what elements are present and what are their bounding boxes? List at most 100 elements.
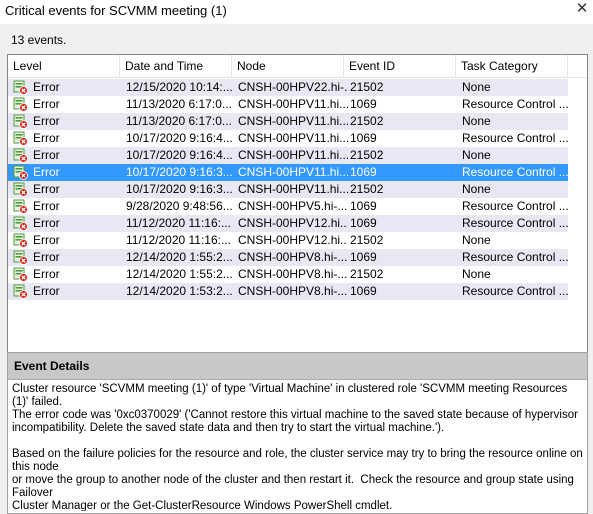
row-date-time: 11/12/2020 11:16:...	[126, 216, 231, 230]
row-event-id: 1069	[350, 284, 377, 298]
row-task-category: None	[462, 80, 491, 94]
event-details-header: Event Details	[8, 353, 587, 380]
events-list[interactable]: Level Date and Time Node Event ID Task C…	[7, 54, 588, 370]
table-row[interactable]: Error 10/17/2020 9:16:3... CNSH-00HPV11.hi…	[8, 164, 568, 181]
row-task-category: Resource Control ...	[462, 216, 568, 230]
row-date-time: 10/17/2020 9:16:3...	[126, 165, 233, 179]
server-error-icon	[13, 199, 28, 214]
table-row[interactable]: Error 12/14/2020 1:55:2... CNSH-00HPV8.hi-…	[8, 249, 568, 266]
row-event-id: 1069	[350, 216, 377, 230]
row-task-category: Resource Control ...	[462, 97, 568, 111]
row-node: CNSH-00HPV22.hi-...	[238, 80, 348, 94]
server-error-icon	[13, 267, 28, 282]
row-node: CNSH-00HPV12.hi...	[238, 233, 348, 247]
row-event-id: 1069	[350, 165, 377, 179]
table-row[interactable]: Error 10/17/2020 9:16:4... CNSH-00HPV11.hi…	[8, 130, 568, 147]
row-node: CNSH-00HPV5.hi-...	[238, 199, 348, 213]
title-bar: Critical events for SCVMM meeting (1) ✕	[0, 0, 593, 24]
row-node: CNSH-00HPV8.hi-...	[238, 267, 348, 281]
row-date-time: 9/28/2020 9:48:56...	[126, 199, 233, 213]
server-error-icon	[13, 216, 28, 231]
row-level: Error	[33, 165, 60, 179]
row-event-id: 1069	[350, 250, 377, 264]
row-task-category: None	[462, 233, 491, 247]
row-level: Error	[33, 199, 60, 213]
row-node: CNSH-00HPV11.hi...	[238, 165, 348, 179]
row-level: Error	[33, 131, 60, 145]
table-row[interactable]: Error 11/13/2020 6:17:0... CNSH-00HPV11.hi…	[8, 113, 568, 130]
event-count: 13 events.	[11, 33, 67, 47]
row-event-id: 21502	[350, 114, 384, 128]
row-node: CNSH-00HPV8.hi-...	[238, 250, 348, 264]
row-node: CNSH-00HPV11.hi...	[238, 148, 348, 162]
server-error-icon	[13, 97, 28, 112]
row-level: Error	[33, 97, 60, 111]
row-task-category: Resource Control ...	[462, 131, 568, 145]
table-row[interactable]: Error 11/12/2020 11:16:... CNSH-00HPV12.hi…	[8, 232, 568, 249]
row-node: CNSH-00HPV11.hi...	[238, 131, 348, 145]
server-error-icon	[13, 80, 28, 95]
table-row[interactable]: Error 11/13/2020 6:17:0... CNSH-00HPV11.hi…	[8, 96, 568, 113]
column-header-event-id[interactable]: Event ID	[344, 55, 456, 77]
server-error-icon	[13, 114, 28, 129]
table-row[interactable]: Error 10/17/2020 9:16:3... CNSH-00HPV11.hi…	[8, 181, 568, 198]
column-header-task-category[interactable]: Task Category	[456, 55, 568, 77]
row-task-category: None	[462, 148, 491, 162]
row-task-category: Resource Control ...	[462, 165, 568, 179]
row-date-time: 10/17/2020 9:16:4...	[126, 148, 233, 162]
row-level: Error	[33, 284, 60, 298]
row-date-time: 12/14/2020 1:55:2...	[126, 267, 233, 281]
row-date-time: 12/14/2020 1:55:2...	[126, 250, 233, 264]
close-icon[interactable]: ✕	[571, 0, 593, 20]
row-event-id: 1069	[350, 199, 377, 213]
row-event-id: 1069	[350, 131, 377, 145]
row-date-time: 11/13/2020 6:17:0...	[126, 97, 232, 111]
row-event-id: 21502	[350, 182, 384, 196]
row-level: Error	[33, 148, 60, 162]
event-details-title: Event Details	[14, 359, 90, 373]
table-row[interactable]: Error 12/14/2020 1:53:2... CNSH-00HPV8.hi-…	[8, 283, 568, 300]
row-node: CNSH-00HPV8.hi-...	[238, 284, 348, 298]
row-level: Error	[33, 216, 60, 230]
row-level: Error	[33, 267, 60, 281]
server-error-icon	[13, 131, 28, 146]
row-date-time: 12/15/2020 10:14:...	[126, 80, 233, 94]
table-row[interactable]: Error 9/28/2020 9:48:56... CNSH-00HPV5.hi-…	[8, 198, 568, 215]
row-node: CNSH-00HPV12.hi...	[238, 216, 348, 230]
table-row[interactable]: Error 10/17/2020 9:16:4... CNSH-00HPV11.hi…	[8, 147, 568, 164]
event-details-panel: Event Details Cluster resource 'SCVMM me…	[7, 352, 588, 514]
table-row[interactable]: Error 12/15/2020 10:14:... CNSH-00HPV22.hi…	[8, 79, 568, 96]
row-date-time: 11/13/2020 6:17:0...	[126, 114, 232, 128]
row-task-category: None	[462, 114, 491, 128]
row-event-id: 21502	[350, 267, 384, 281]
column-header-date-time[interactable]: Date and Time	[120, 55, 232, 77]
row-level: Error	[33, 233, 60, 247]
server-error-icon	[13, 148, 28, 163]
row-date-time: 10/17/2020 9:16:3...	[126, 182, 233, 196]
row-event-id: 21502	[350, 80, 384, 94]
event-details-text[interactable]: Cluster resource 'SCVMM meeting (1)' of …	[12, 383, 585, 511]
row-event-id: 1069	[350, 97, 377, 111]
table-row[interactable]: Error 12/14/2020 1:55:2... CNSH-00HPV8.hi-…	[8, 266, 568, 283]
list-header: Level Date and Time Node Event ID Task C…	[8, 55, 587, 78]
row-task-category: Resource Control ...	[462, 199, 568, 213]
row-task-category: Resource Control ...	[462, 284, 568, 298]
server-error-icon	[13, 284, 28, 299]
dialog-content: 13 events. Level Date and Time Node Even…	[0, 24, 593, 514]
row-level: Error	[33, 182, 60, 196]
row-event-id: 21502	[350, 233, 384, 247]
window-title: Critical events for SCVMM meeting (1)	[5, 3, 227, 18]
row-task-category: None	[462, 267, 491, 281]
row-date-time: 11/12/2020 11:16:...	[126, 233, 231, 247]
row-date-time: 12/14/2020 1:53:2...	[126, 284, 233, 298]
row-node: CNSH-00HPV11.hi...	[238, 97, 348, 111]
table-row[interactable]: Error 11/12/2020 11:16:... CNSH-00HPV12.hi…	[8, 215, 568, 232]
row-task-category: None	[462, 182, 491, 196]
column-header-level[interactable]: Level	[8, 55, 120, 77]
row-event-id: 21502	[350, 148, 384, 162]
row-task-category: Resource Control ...	[462, 250, 568, 264]
server-error-icon	[13, 250, 28, 265]
server-error-icon	[13, 165, 28, 180]
row-level: Error	[33, 80, 60, 94]
column-header-node[interactable]: Node	[232, 55, 344, 77]
